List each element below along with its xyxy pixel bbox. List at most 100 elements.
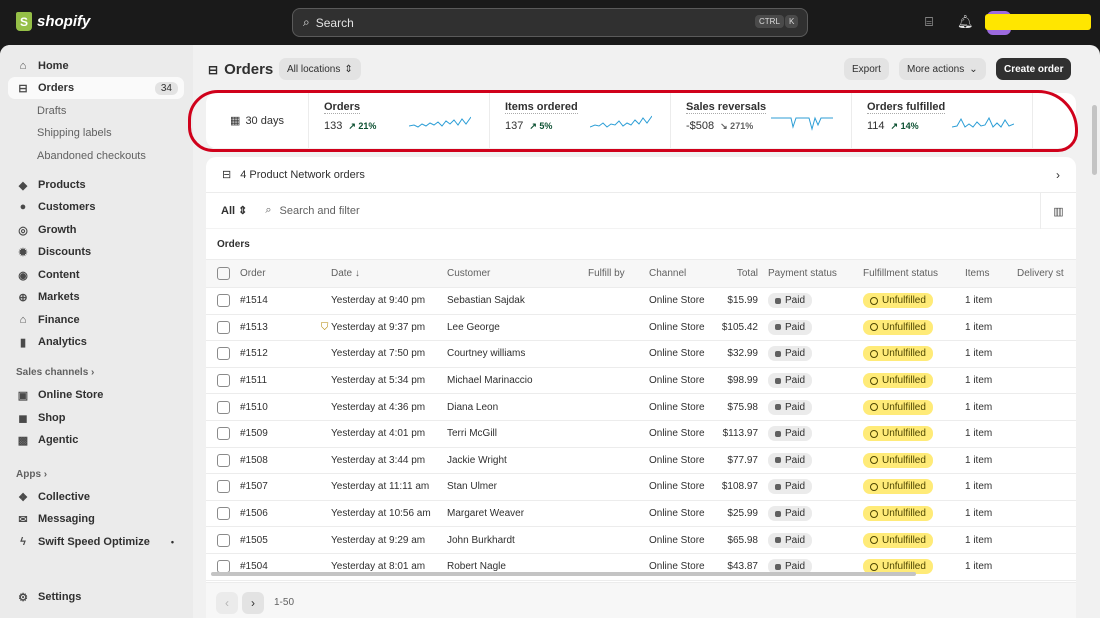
column-header-fulfill-by[interactable]: Fulfill by xyxy=(588,259,649,288)
sidebar-item-products[interactable]: ◆ Products xyxy=(8,174,184,196)
more-actions-button[interactable]: More actions ⌄ xyxy=(899,58,986,80)
row-checkbox[interactable] xyxy=(217,480,230,494)
column-header-fulfillment-status[interactable]: Fulfillment status xyxy=(863,259,965,288)
sidebar-item-label: Home xyxy=(38,60,69,72)
sidebar-item-customers[interactable]: ● Customers xyxy=(8,196,184,218)
sidebar-item-markets[interactable]: ⊕ Markets xyxy=(8,286,184,308)
store-icon[interactable]: ⌸ xyxy=(921,14,937,30)
sidebar-item-drafts[interactable]: Drafts xyxy=(8,100,184,122)
payment-status-label: Paid xyxy=(785,534,806,546)
customer-cell: John Burkhardt xyxy=(447,526,588,554)
fulfillment-status-cell: Unfulfilled xyxy=(863,367,965,395)
row-select-cell xyxy=(206,393,240,421)
table-row[interactable]: #1506 Yesterday at 10:56 am Margaret Weave… xyxy=(206,500,1076,528)
sidebar-item-messaging[interactable]: ✉ Messaging xyxy=(8,508,184,530)
column-header-customer[interactable]: Customer xyxy=(447,259,588,288)
table-row[interactable]: #1510 Yesterday at 4:36 pm Diana Leon Onlin… xyxy=(206,393,1076,421)
row-checkbox[interactable] xyxy=(217,374,230,388)
previous-page-button[interactable]: ‹ xyxy=(216,591,238,614)
fulfillment-status-badge: Unfulfilled xyxy=(863,399,933,415)
locations-selector[interactable]: All locations ⇕ xyxy=(279,58,361,80)
table-row[interactable]: #1512 Yesterday at 7:50 pm Courtney willia… xyxy=(206,340,1076,368)
order-number-cell[interactable]: #1507 xyxy=(240,473,331,501)
column-header-items[interactable]: Items xyxy=(965,259,1017,288)
fulfillment-status-label: Unfulfilled xyxy=(882,428,926,440)
chevron-right-icon: › xyxy=(43,469,48,480)
order-number-cell[interactable]: #1510 xyxy=(240,393,331,421)
vertical-scrollbar[interactable] xyxy=(1092,105,1097,175)
sidebar-item-discounts[interactable]: ✹ Discounts xyxy=(8,241,184,263)
sidebar-item-growth[interactable]: ◎ Growth xyxy=(8,219,184,241)
table-row[interactable]: #1505 Yesterday at 9:29 am John Burkhardt O… xyxy=(206,526,1076,554)
order-number-cell[interactable]: #1508 xyxy=(240,447,331,475)
select-all-checkbox[interactable] xyxy=(217,267,230,280)
column-header-order[interactable]: Order xyxy=(240,259,331,288)
table-row[interactable]: #1508 Yesterday at 3:44 pm Jackie Wright On… xyxy=(206,447,1076,475)
fulfill-by-cell xyxy=(588,367,649,395)
search-bar[interactable]: ⌕ Search CTRL K xyxy=(292,8,808,37)
row-checkbox[interactable] xyxy=(217,347,230,361)
row-checkbox[interactable] xyxy=(217,507,230,521)
export-button[interactable]: Export xyxy=(844,58,889,80)
order-number-cell[interactable]: #1514 xyxy=(240,287,331,315)
payment-status-cell: Paid xyxy=(768,447,863,475)
row-checkbox[interactable] xyxy=(217,294,230,308)
column-header-total[interactable]: Total xyxy=(705,259,768,288)
fulfillment-status-cell: Unfulfilled xyxy=(863,553,965,581)
table-row[interactable]: #1511 Yesterday at 5:34 pm Michael Marinac… xyxy=(206,367,1076,395)
bell-icon[interactable]: 🔔︎ xyxy=(957,14,974,30)
payment-status-cell: Paid xyxy=(768,393,863,421)
sidebar-item-abandoned-checkouts[interactable]: Abandoned checkouts xyxy=(8,145,184,167)
column-header-date[interactable]: Date ↓ xyxy=(331,259,447,288)
order-number-cell[interactable]: #1511 xyxy=(240,367,331,395)
row-checkbox[interactable] xyxy=(217,320,230,334)
order-number: #1508 xyxy=(240,454,268,466)
sidebar-item-analytics[interactable]: ▮ Analytics xyxy=(8,331,184,353)
fulfill-by-cell xyxy=(588,500,649,528)
apps-heading[interactable]: Apps › xyxy=(16,469,47,480)
sidebar-item-agentic[interactable]: ▩ Agentic xyxy=(8,429,184,451)
column-header-delivery-status[interactable]: Delivery st xyxy=(1017,259,1076,288)
table-row[interactable]: #1509 Yesterday at 4:01 pm Terri McGill Onl… xyxy=(206,420,1076,448)
sidebar-item-orders[interactable]: ⊟ Orders 34 xyxy=(8,77,184,99)
row-checkbox[interactable] xyxy=(217,453,230,467)
order-number-cell[interactable]: #1513 ⛉ xyxy=(240,314,331,342)
column-header-channel[interactable]: Channel xyxy=(649,259,705,288)
row-checkbox[interactable] xyxy=(217,400,230,414)
sidebar-item-content[interactable]: ◉ Content xyxy=(8,264,184,286)
search-filter-input[interactable]: Search and filter xyxy=(280,205,360,217)
sidebar-item-finance[interactable]: ⌂ Finance xyxy=(8,309,184,331)
order-number-cell[interactable]: #1512 xyxy=(240,340,331,368)
order-number-cell[interactable]: #1504 xyxy=(240,553,331,581)
sidebar-item-home[interactable]: ⌂ Home xyxy=(8,55,184,77)
sidebar-item-collective[interactable]: ❖ Collective xyxy=(8,486,184,508)
view-selector[interactable]: All ⇕ xyxy=(221,204,247,217)
order-number-cell[interactable]: #1509 xyxy=(240,420,331,448)
table-row[interactable]: #1507 Yesterday at 11:11 am Stan Ulmer Onli… xyxy=(206,473,1076,501)
sidebar-item-shipping-labels[interactable]: Shipping labels xyxy=(8,122,184,144)
next-page-button[interactable]: › xyxy=(242,591,264,614)
column-header-payment-status[interactable]: Payment status xyxy=(768,259,863,288)
sidebar-item-shop[interactable]: ◼ Shop xyxy=(8,407,184,429)
status-dot-icon xyxy=(775,404,781,411)
order-number: #1511 xyxy=(240,375,268,387)
delivery-status-cell xyxy=(1017,314,1076,342)
sales-channels-heading[interactable]: Sales channels › xyxy=(16,367,94,378)
row-checkbox[interactable] xyxy=(217,533,230,547)
table-row[interactable]: #1504 Yesterday at 8:01 am Robert Nagle Onl… xyxy=(206,553,1076,581)
product-network-banner[interactable]: ⊟ 4 Product Network orders › xyxy=(206,157,1076,193)
order-number-cell[interactable]: #1506 xyxy=(240,500,331,528)
redacted-store-name[interactable] xyxy=(985,14,1091,30)
sidebar-item-online-store[interactable]: ▣ Online Store xyxy=(8,384,184,406)
table-row[interactable]: #1513 ⛉ Yesterday at 9:37 pm Lee George Onli… xyxy=(206,314,1076,342)
create-order-button[interactable]: Create order xyxy=(996,58,1072,80)
sidebar-item-settings[interactable]: ⚙ Settings xyxy=(8,586,184,608)
sidebar-item-label: Collective xyxy=(38,491,90,503)
horizontal-scrollbar[interactable] xyxy=(211,572,916,576)
columns-icon[interactable]: ▥ xyxy=(1040,193,1076,229)
order-number-cell[interactable]: #1505 xyxy=(240,526,331,554)
shopify-logo[interactable]: shopify xyxy=(16,12,90,31)
table-row[interactable]: #1514 Yesterday at 9:40 pm Sebastian Sajda… xyxy=(206,287,1076,315)
sidebar-item-swift-speed-optimize[interactable]: ϟ Swift Speed Optimize • xyxy=(8,531,184,553)
row-checkbox[interactable] xyxy=(217,427,230,441)
